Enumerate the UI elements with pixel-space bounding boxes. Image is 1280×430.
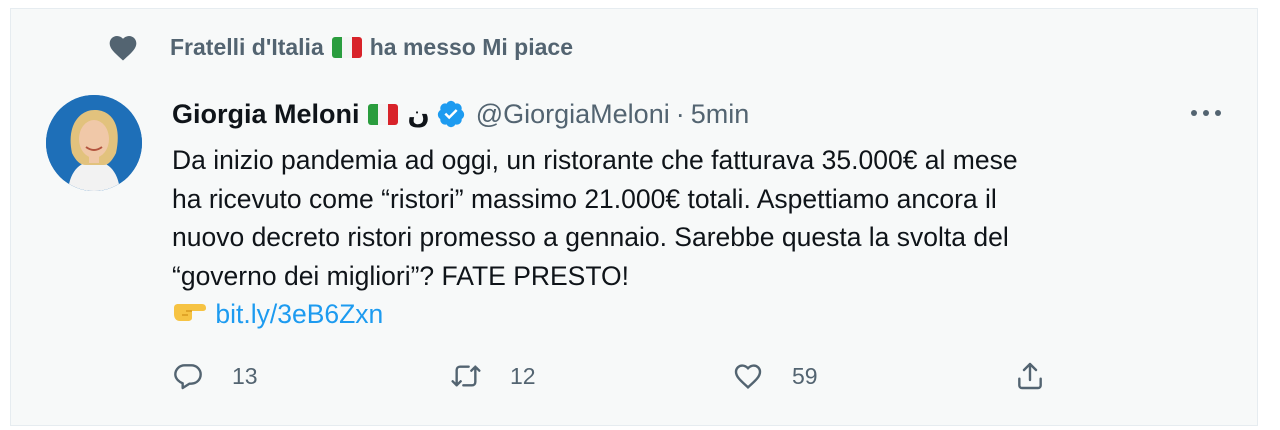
author-suffix: ن bbox=[407, 98, 430, 129]
like-button[interactable]: 59 bbox=[732, 360, 818, 392]
italy-flag-icon bbox=[367, 103, 398, 125]
tweet-text-line: Da inizio pandemia ad oggi, un ristorant… bbox=[172, 145, 1018, 175]
author-name[interactable]: Giorgia Meloni bbox=[172, 99, 360, 130]
avatar-image bbox=[46, 95, 142, 191]
verified-badge-icon bbox=[437, 100, 464, 128]
like-count: 59 bbox=[792, 362, 818, 389]
tweet-text-line: nuovo decreto ristori promesso a gennaio… bbox=[172, 222, 1009, 252]
social-context-action: ha messo Mi piace bbox=[369, 34, 573, 60]
reply-button[interactable]: 13 bbox=[172, 360, 258, 392]
share-icon bbox=[1018, 362, 1042, 390]
reply-count: 13 bbox=[232, 362, 258, 389]
tweet-link[interactable]: bit.ly/3eB6Zxn bbox=[215, 299, 383, 329]
tweet-text-line: “governo dei migliori”? FATE PRESTO! bbox=[172, 260, 630, 291]
tweet-link-line: bit.ly/3eB6Zxn bbox=[172, 295, 1212, 334]
separator-dot: · bbox=[675, 98, 685, 129]
retweet-icon bbox=[451, 365, 481, 387]
tweet-header: Giorgia Meloni ن @GiorgiaMeloni · 5min bbox=[172, 96, 749, 132]
author-handle[interactable]: @GiorgiaMeloni bbox=[476, 99, 670, 130]
share-button[interactable] bbox=[1014, 360, 1046, 392]
heart-icon bbox=[109, 36, 137, 61]
more-icon[interactable] bbox=[1186, 103, 1226, 123]
like-icon bbox=[734, 364, 762, 389]
avatar[interactable] bbox=[46, 95, 142, 191]
retweet-count: 12 bbox=[510, 362, 536, 389]
reply-icon bbox=[174, 364, 202, 390]
italy-flag-icon bbox=[331, 37, 362, 58]
social-context-account[interactable]: Fratelli d'Italia bbox=[170, 34, 324, 61]
tweet-text-line: ha ricevuto come “ristori” massimo 21.00… bbox=[172, 183, 997, 214]
retweet-button[interactable]: 12 bbox=[450, 360, 536, 392]
tweet-timestamp[interactable]: 5min bbox=[691, 99, 750, 130]
tweet-actions: 13 12 59 bbox=[172, 360, 1072, 400]
tweet-text: Da inizio pandemia ad oggi, un ristorant… bbox=[172, 141, 1212, 334]
pointing-hand-icon bbox=[174, 304, 206, 321]
